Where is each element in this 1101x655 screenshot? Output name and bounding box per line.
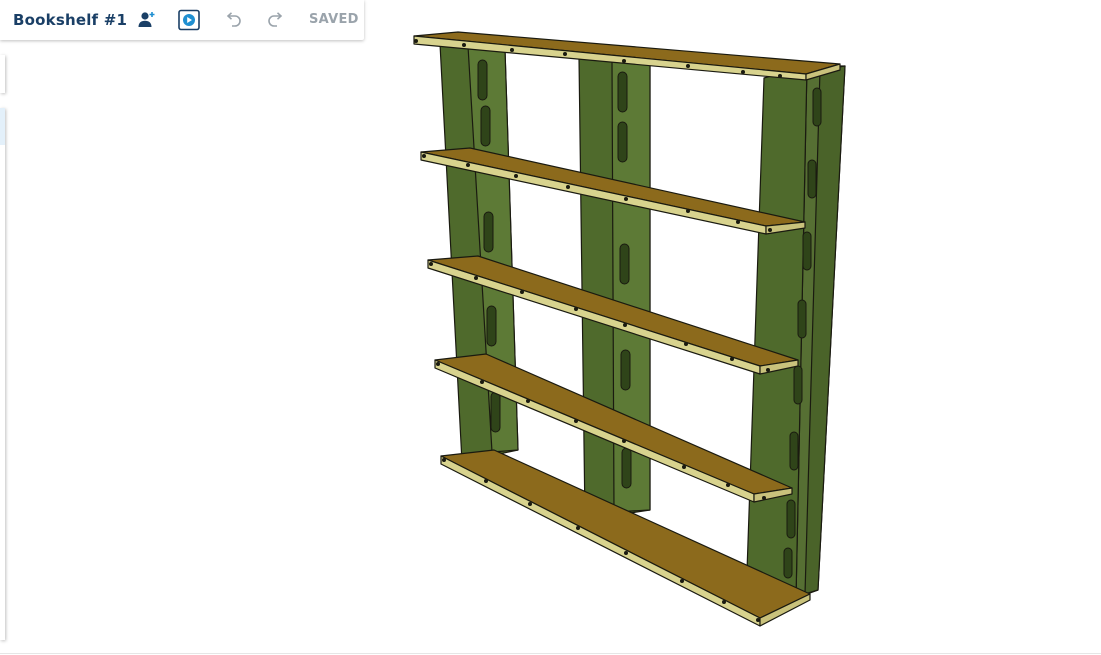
- viewport-bottom-border: [0, 653, 1101, 654]
- bookshelf-model[interactable]: [413, 31, 846, 627]
- 3d-viewport[interactable]: [0, 0, 1101, 655]
